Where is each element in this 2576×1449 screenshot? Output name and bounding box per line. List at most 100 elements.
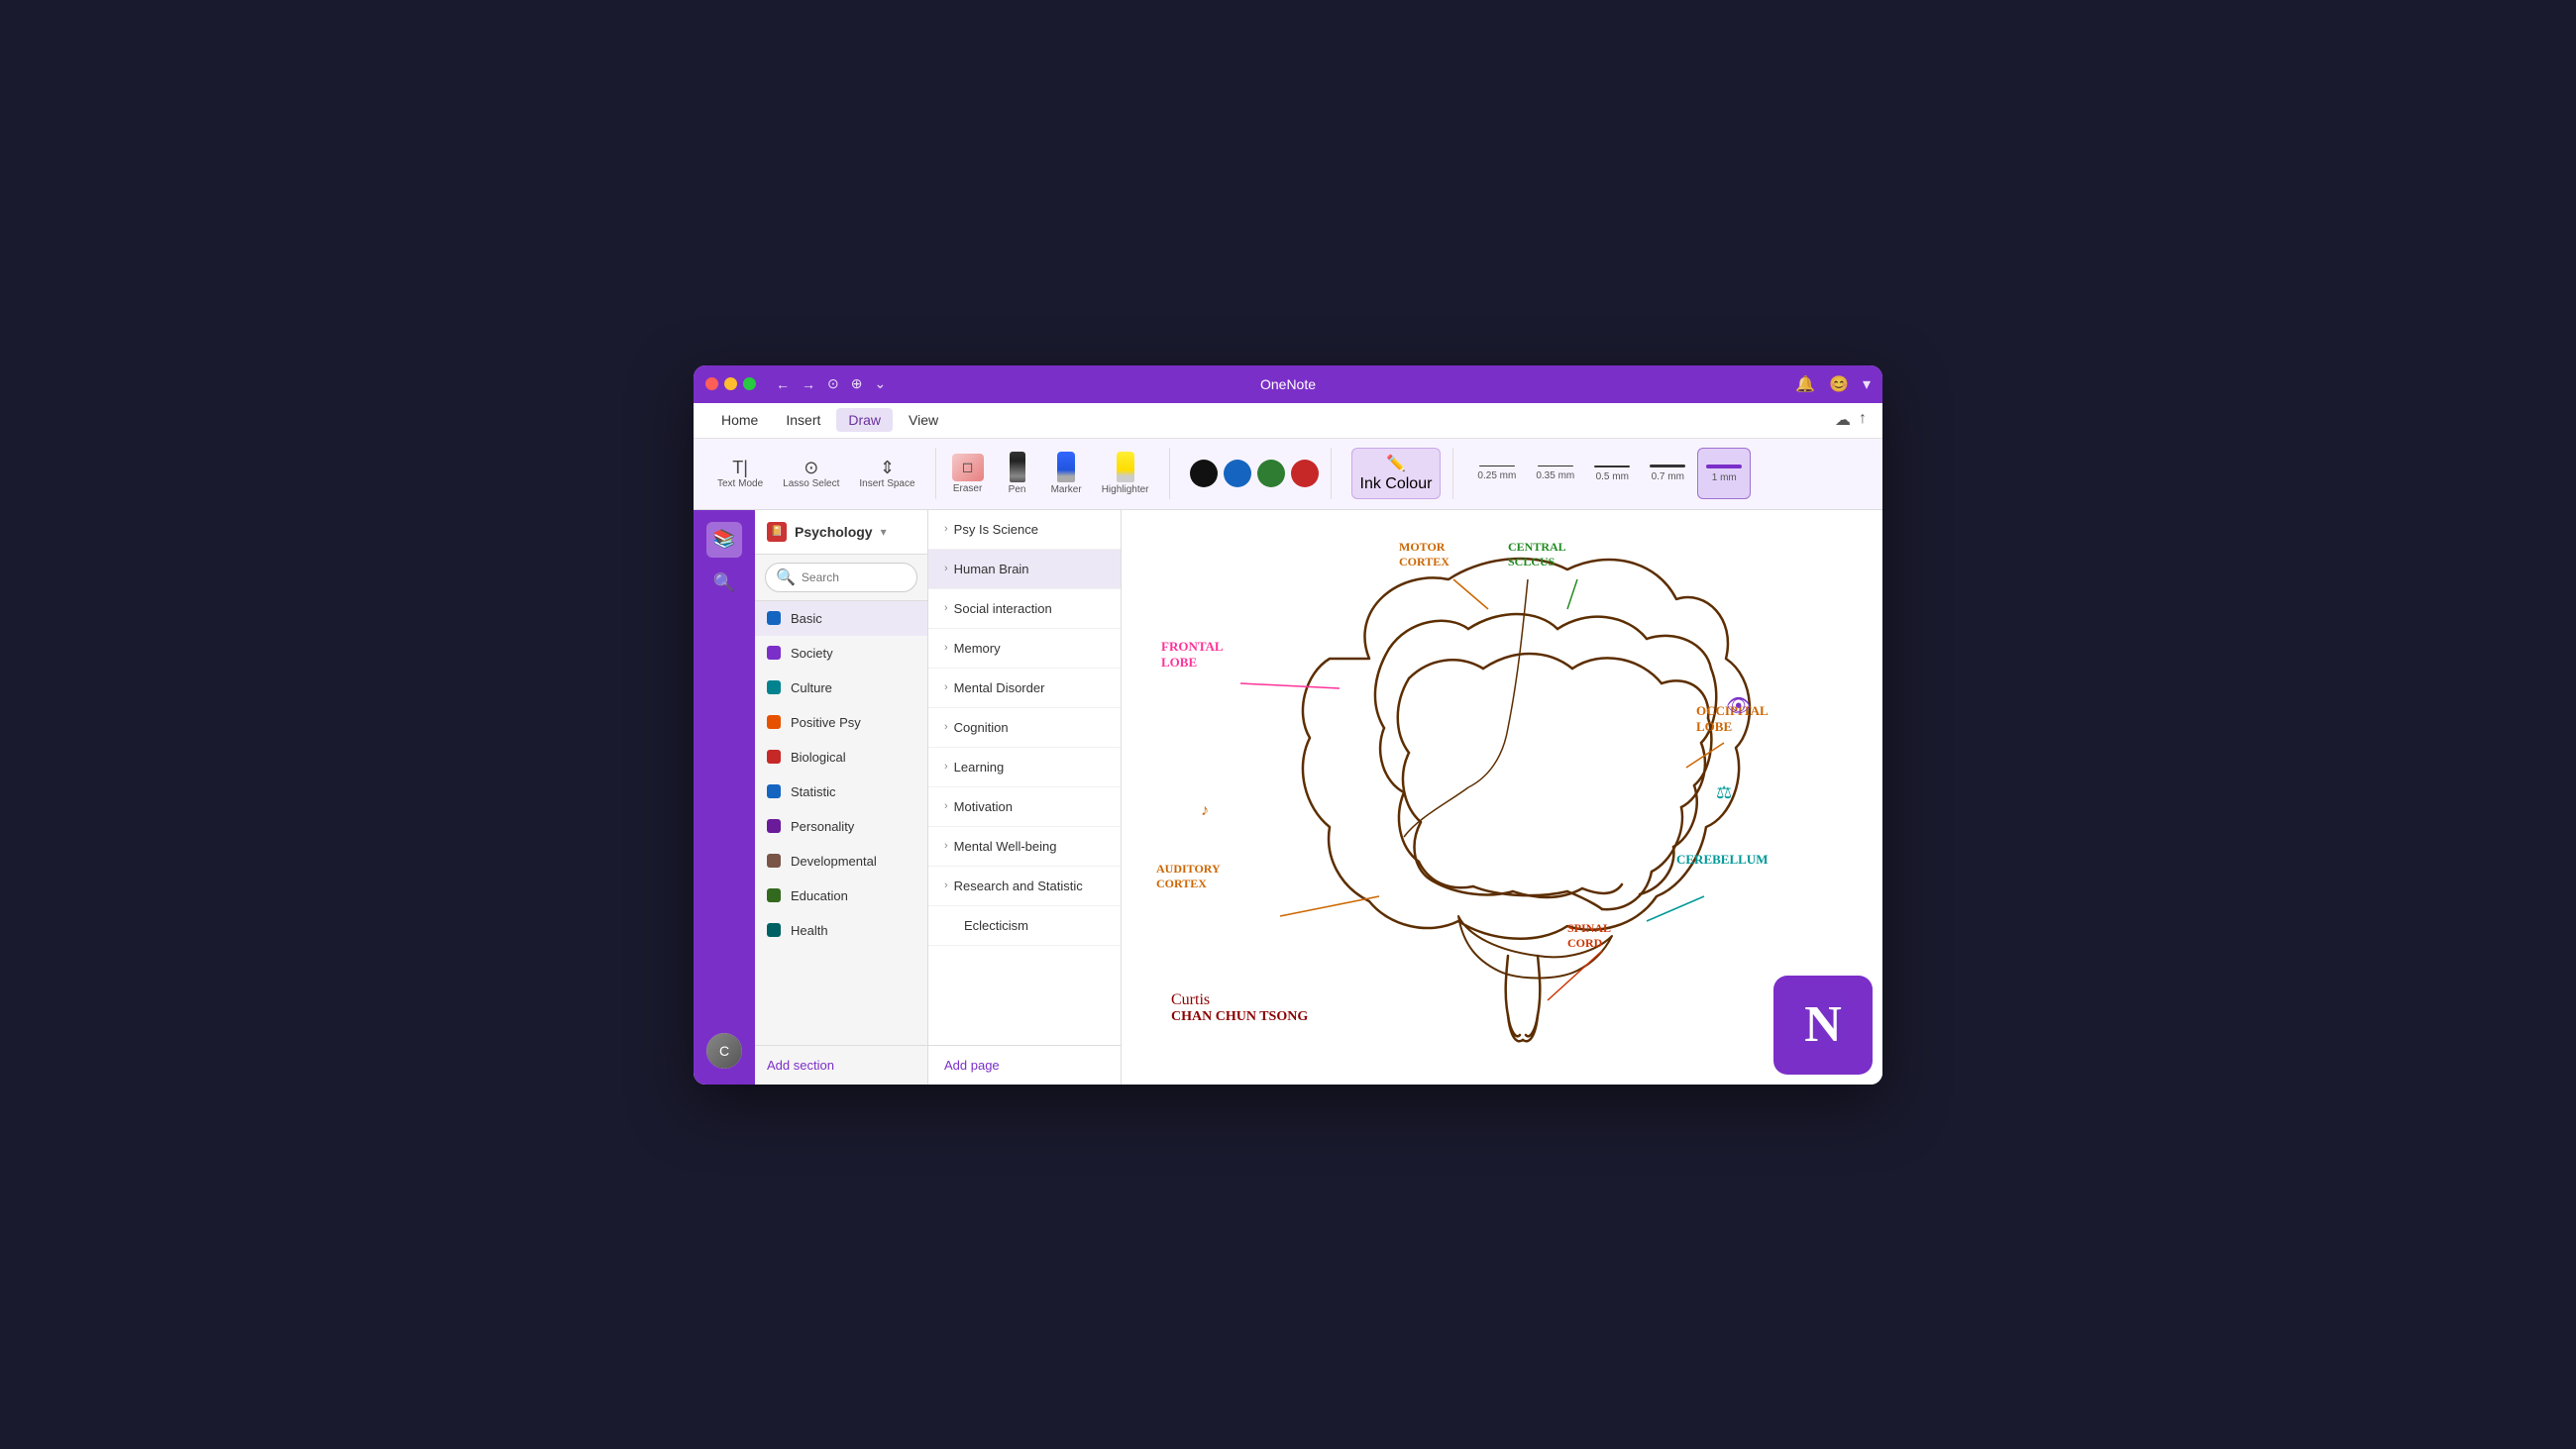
nav-extra-button[interactable]: ⊕ <box>851 375 863 392</box>
section-item-biological[interactable]: Biological <box>755 740 927 775</box>
section-label-education: Education <box>791 888 848 903</box>
section-item-culture[interactable]: Culture <box>755 671 927 705</box>
color-red[interactable] <box>1291 460 1319 487</box>
app-window: ← → ⊙ ⊕ ⌄ OneNote 🔔 😊 ▾ Home Insert Draw… <box>694 365 1882 1085</box>
main-content: 📚 🔍 C 📔 Psychology ▾ 🔍 <box>694 510 1882 1085</box>
ink-colour-label: Ink Colour <box>1360 475 1433 493</box>
color-green[interactable] <box>1257 460 1285 487</box>
expand-icon-motivation: › <box>944 800 948 812</box>
color-blue[interactable] <box>1224 460 1251 487</box>
section-label-biological: Biological <box>791 750 846 765</box>
page-label-human-brain: Human Brain <box>954 562 1029 576</box>
section-item-statistic[interactable]: Statistic <box>755 775 927 809</box>
section-item-developmental[interactable]: Developmental <box>755 844 927 879</box>
page-label-eclecticism: Eclecticism <box>964 918 1028 933</box>
stroke-07[interactable]: 0.7 mm <box>1642 448 1693 499</box>
section-item-education[interactable]: Education <box>755 879 927 913</box>
close-button[interactable] <box>705 377 718 390</box>
eraser-label: Eraser <box>953 483 982 494</box>
section-dot-society <box>767 646 781 660</box>
page-item-mental-disorder[interactable]: › Mental Disorder <box>928 669 1121 708</box>
sidebar-notebooks-icon[interactable]: 📚 <box>706 522 742 558</box>
section-item-society[interactable]: Society <box>755 636 927 671</box>
author-name: Curtis <box>1171 991 1308 1009</box>
home-button[interactable]: ⊙ <box>827 375 839 392</box>
ink-colour-button[interactable]: ✏️ Ink Colour <box>1351 448 1442 499</box>
pages-panel: › Psy Is Science › Human Brain › Social … <box>928 510 1122 1085</box>
page-item-memory[interactable]: › Memory <box>928 629 1121 669</box>
forward-button[interactable]: → <box>802 376 815 392</box>
label-frontal-lobe: FRONTALLOBE <box>1161 639 1224 673</box>
page-item-psy-is-science[interactable]: › Psy Is Science <box>928 510 1121 550</box>
highlighter-button[interactable]: Highlighter <box>1094 448 1157 499</box>
section-item-positive-psy[interactable]: Positive Psy <box>755 705 927 740</box>
expand-icon-learning: › <box>944 761 948 773</box>
notebook-icon: 📔 <box>767 522 787 542</box>
eraser-icon: ◻ <box>952 454 984 481</box>
text-mode-label: Text Mode <box>717 478 763 489</box>
pen-button[interactable]: Pen <box>996 448 1039 499</box>
ink-colour-group: ✏️ Ink Colour <box>1340 448 1454 499</box>
color-black[interactable] <box>1190 460 1218 487</box>
page-item-cognition[interactable]: › Cognition <box>928 708 1121 748</box>
page-item-learning[interactable]: › Learning <box>928 748 1121 787</box>
search-bar: 🔍 <box>755 555 927 601</box>
minimize-button[interactable] <box>724 377 737 390</box>
section-dot-culture <box>767 680 781 694</box>
section-label-culture: Culture <box>791 680 832 695</box>
marker-label: Marker <box>1051 484 1082 495</box>
lasso-select-button[interactable]: ⊙ Lasso Select <box>775 448 847 499</box>
window-title: OneNote <box>1260 376 1316 392</box>
notification-icon[interactable]: 🔔 <box>1795 374 1815 394</box>
section-dot-health <box>767 923 781 937</box>
text-mode-button[interactable]: T| Text Mode <box>709 448 771 499</box>
stroke-1mm[interactable]: 1 mm <box>1697 448 1751 499</box>
maximize-button[interactable] <box>743 377 756 390</box>
section-item-health[interactable]: Health <box>755 913 927 948</box>
logo-background: N <box>1773 976 1873 1075</box>
expand-icon: › <box>944 523 948 535</box>
page-item-human-brain[interactable]: › Human Brain <box>928 550 1121 589</box>
lasso-label: Lasso Select <box>783 478 839 489</box>
page-item-social-interaction[interactable]: › Social interaction <box>928 589 1121 629</box>
stroke-05-label: 0.5 mm <box>1596 471 1629 482</box>
notebook-header[interactable]: 📔 Psychology ▾ <box>755 510 927 555</box>
notebook-name: Psychology <box>795 524 873 540</box>
page-item-research-statistic[interactable]: › Research and Statistic <box>928 867 1121 906</box>
marker-icon <box>1057 452 1075 482</box>
back-button[interactable]: ← <box>776 376 790 392</box>
stroke-05[interactable]: 0.5 mm <box>1586 448 1638 499</box>
menu-draw[interactable]: Draw <box>836 408 893 432</box>
emoji-icon[interactable]: 😊 <box>1829 374 1849 394</box>
page-item-motivation[interactable]: › Motivation <box>928 787 1121 827</box>
search-input[interactable] <box>802 570 907 584</box>
menu-view[interactable]: View <box>897 408 950 432</box>
add-page-button[interactable]: Add page <box>928 1045 1121 1085</box>
section-item-personality[interactable]: Personality <box>755 809 927 844</box>
expand-icon-cognition: › <box>944 721 948 733</box>
marker-button[interactable]: Marker <box>1043 448 1090 499</box>
insert-space-button[interactable]: ⇕ Insert Space <box>851 448 922 499</box>
stroke-035[interactable]: 0.35 mm <box>1528 448 1582 499</box>
author-full-name: CHAN CHUN TSONG <box>1171 1009 1308 1025</box>
stroke-group: 0.25 mm 0.35 mm 0.5 mm 0.7 mm 1 mm <box>1461 448 1759 499</box>
eraser-button[interactable]: ◻ Eraser <box>944 448 992 499</box>
page-item-eclecticism[interactable]: Eclecticism <box>928 906 1121 946</box>
page-item-mental-well-being[interactable]: › Mental Well-being <box>928 827 1121 867</box>
add-section-button[interactable]: Add section <box>755 1045 927 1085</box>
user-avatar[interactable]: C <box>706 1033 742 1069</box>
more-nav-button[interactable]: ⌄ <box>874 375 886 392</box>
stroke-035-line <box>1538 466 1573 467</box>
section-item-basic[interactable]: Basic <box>755 601 927 636</box>
stroke-025[interactable]: 0.25 mm <box>1469 448 1524 499</box>
cloud-icon[interactable]: ☁ <box>1835 410 1851 430</box>
sidebar-search-icon[interactable]: 🔍 <box>706 566 742 601</box>
section-label-basic: Basic <box>791 611 822 626</box>
menu-home[interactable]: Home <box>709 408 770 432</box>
share-icon[interactable]: ↑ <box>1859 410 1867 430</box>
stroke-025-label: 0.25 mm <box>1477 470 1516 481</box>
canvas-area[interactable]: MOTORCORTEX CENTRALSCLCUS FRONTALLOBE OC… <box>1122 510 1882 1085</box>
dropdown-icon[interactable]: ▾ <box>1863 374 1871 394</box>
title-bar: ← → ⊙ ⊕ ⌄ OneNote 🔔 😊 ▾ <box>694 365 1882 403</box>
menu-insert[interactable]: Insert <box>774 408 832 432</box>
